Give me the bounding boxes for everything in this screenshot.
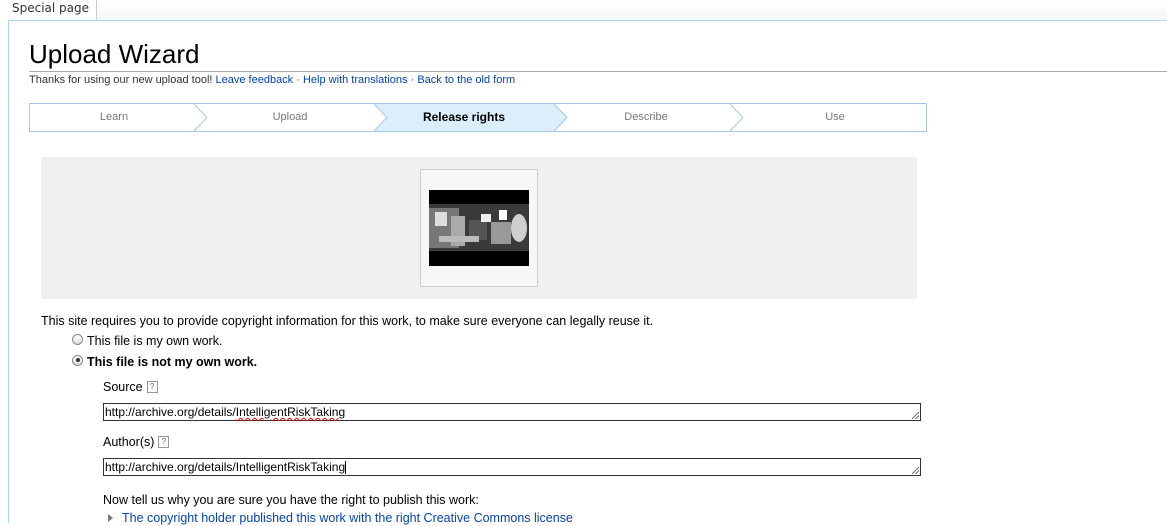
top-tab-bar: Special page (0, 0, 1167, 20)
step-separator-icon (730, 104, 744, 131)
step-separator-icon (194, 104, 208, 131)
author-value: http://archive.org/details/IntelligentRi… (105, 460, 346, 474)
author-label-text: Author(s) (103, 435, 155, 449)
step-describe: Describe (624, 111, 668, 123)
page-title: Upload Wizard (29, 39, 200, 69)
subtitle: Thanks for using our new upload tool! Le… (29, 73, 515, 87)
step-separator-icon (374, 104, 388, 131)
video-thumbnail-image (429, 190, 529, 266)
help-translations-link[interactable]: Help with translations (303, 74, 408, 86)
source-field[interactable]: http://archive.org/details/IntelligentRi… (103, 403, 921, 421)
author-label: Author(s) ? (103, 434, 170, 450)
own-work-option[interactable]: This file is my own work. (72, 333, 222, 349)
not-own-work-label: This file is not my own work. (87, 355, 258, 369)
step-release-rights: Release rights (374, 104, 554, 131)
not-own-work-option[interactable]: This file is not my own work. (72, 354, 257, 370)
title-divider (29, 71, 1167, 72)
author-field[interactable]: http://archive.org/details/IntelligentRi… (103, 458, 921, 476)
own-work-radio[interactable] (72, 333, 83, 345)
separator: · (296, 74, 300, 86)
resize-grip-icon[interactable] (912, 412, 919, 419)
help-icon[interactable]: ? (158, 436, 170, 448)
own-work-label: This file is my own work. (87, 334, 223, 348)
source-label: Source ? (103, 379, 158, 395)
leave-feedback-link[interactable]: Leave feedback (216, 74, 294, 86)
separator: · (410, 74, 415, 86)
cc-license-option[interactable]: The copyright holder published this work… (108, 510, 573, 526)
expand-triangle-icon[interactable] (108, 514, 113, 522)
step-learn: Learn (99, 111, 129, 123)
source-label-text: Source (103, 380, 143, 394)
cc-license-link[interactable]: The copyright holder published this work… (122, 510, 573, 526)
source-prefix: http://archive.org/details/ (105, 405, 236, 419)
rights-intro: This site requires you to provide copyri… (41, 314, 654, 328)
old-form-link[interactable]: Back to the old form (417, 74, 515, 86)
source-misspelled-word: IntelligentRiskTaking (235, 405, 346, 419)
text-caret (345, 461, 347, 475)
why-prompt: Now tell us why you are sure you have th… (103, 493, 479, 507)
help-icon[interactable]: ? (146, 381, 158, 393)
resize-grip-icon[interactable] (912, 467, 919, 474)
wizard-steps: Learn Upload Release rights Describe Use (29, 103, 927, 132)
tab-special-page[interactable]: Special page (0, 0, 98, 20)
thanks-text: Thanks for using our new upload tool! (29, 74, 213, 86)
step-upload: Upload (272, 111, 308, 123)
not-own-work-radio[interactable] (72, 354, 83, 366)
step-separator-icon (554, 104, 568, 131)
step-use: Use (825, 111, 845, 123)
